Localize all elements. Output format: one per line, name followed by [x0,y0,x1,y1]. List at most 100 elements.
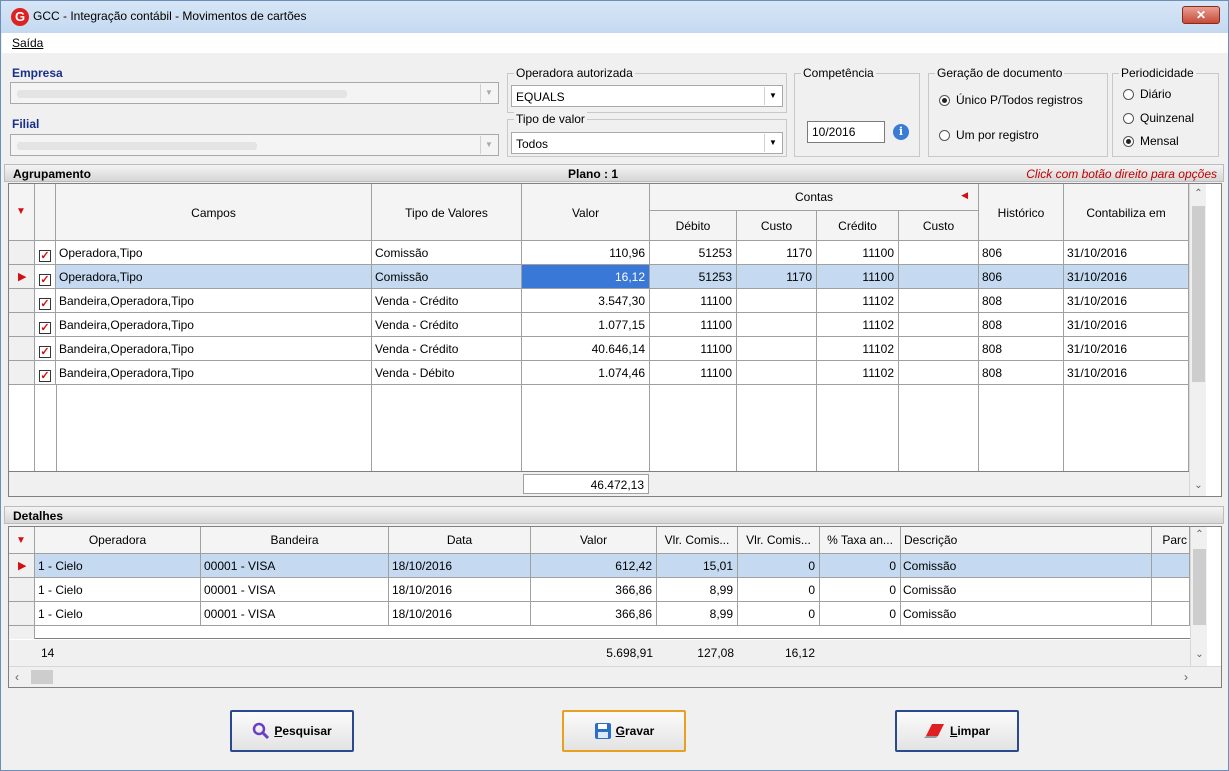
tipo-select[interactable]: Todos ▼ [511,132,783,154]
detalhes-cell-vlr1[interactable]: 8,99 [657,578,738,602]
detalhes-cell-vlr1[interactable]: 15,01 [657,554,738,578]
detalhes-cell-vlr2[interactable]: 0 [738,602,820,626]
detalhes-cell-descricao[interactable]: Comissão [901,578,1152,602]
col-valor[interactable]: Valor [522,184,650,241]
empresa-select[interactable]: ▼ [10,82,499,104]
geracao-radio-unico[interactable]: Único P/Todos registros [939,93,1083,107]
scroll-thumb[interactable] [1193,549,1206,625]
menu-saida[interactable]: Saída [12,36,43,50]
agrupamento-cell-historico[interactable]: 806 [979,241,1064,265]
detalhes-cell-valor[interactable]: 612,42 [531,554,657,578]
detalhes-cell-parc[interactable] [1152,578,1190,602]
detalhes-cell-taxa[interactable]: 0 [820,578,901,602]
agrupamento-cell-campos[interactable]: Bandeira,Operadora,Tipo [56,313,372,337]
agrupamento-cell-custo1[interactable] [737,289,817,313]
scroll-thumb[interactable] [1192,206,1205,382]
agrupamento-cell-debito[interactable]: 11100 [650,313,737,337]
agrupamento-cell-contabiliza[interactable]: 31/10/2016 [1064,361,1189,385]
agrupamento-cell-contabiliza[interactable]: 31/10/2016 [1064,313,1189,337]
agrupamento-cell-custo1[interactable]: 1170 [737,241,817,265]
col-det-valor[interactable]: Valor [531,527,657,554]
agrupamento-cell-debito[interactable]: 51253 [650,265,737,289]
agrupamento-cell-campos[interactable]: Bandeira,Operadora,Tipo [56,337,372,361]
detalhes-grid[interactable]: ▼ Operadora Bandeira Data Valor Vlr. Com… [8,526,1222,688]
detalhes-cell-operadora[interactable]: 1 - Cielo [35,578,201,602]
row-checkbox[interactable]: ✓ [35,289,56,313]
agrupamento-cell-historico[interactable]: 808 [979,289,1064,313]
scroll-up-icon[interactable]: ⌃ [1190,188,1207,205]
agrupamento-cell-debito[interactable]: 51253 [650,241,737,265]
agrupamento-cell-tipo[interactable]: Comissão [372,241,522,265]
agrupamento-cell-custo1[interactable] [737,337,817,361]
agrupamento-cell-credito[interactable]: 11100 [817,265,899,289]
agrupamento-cell-contabiliza[interactable]: 31/10/2016 [1064,289,1189,313]
competencia-input[interactable]: 10/2016 [807,121,885,143]
row-indicator[interactable] [9,337,35,361]
col-data[interactable]: Data [389,527,531,554]
agrupamento-cell-custo2[interactable] [899,289,979,313]
detalhes-cell-parc[interactable] [1152,602,1190,626]
agrupamento-cell-historico[interactable]: 806 [979,265,1064,289]
agrupamento-cell-valor[interactable]: 40.646,14 [522,337,650,361]
col-vlr-comis-1[interactable]: Vlr. Comis... [657,527,738,554]
detalhes-cell-bandeira[interactable]: 00001 - VISA [201,554,389,578]
scroll-down-icon[interactable]: ⌄ [1190,480,1207,496]
col-contabiliza[interactable]: Contabiliza em [1064,184,1189,241]
col-historico[interactable]: Histórico [979,184,1064,241]
agrupamento-cell-campos[interactable]: Bandeira,Operadora,Tipo [56,289,372,313]
operadora-select[interactable]: EQUALS ▼ [511,85,783,107]
col-custo-2[interactable]: Custo [899,211,979,241]
agrupamento-cell-custo1[interactable] [737,361,817,385]
filial-select[interactable]: ▼ [10,134,499,156]
detalhes-cell-data[interactable]: 18/10/2016 [389,602,531,626]
scroll-up-icon[interactable]: ⌃ [1191,529,1208,546]
agrupamento-cell-tipo[interactable]: Venda - Crédito [372,337,522,361]
detalhes-cell-vlr2[interactable]: 0 [738,578,820,602]
detalhes-cell-operadora[interactable]: 1 - Cielo [35,554,201,578]
detalhes-cell-operadora[interactable]: 1 - Cielo [35,602,201,626]
col-bandeira[interactable]: Bandeira [201,527,389,554]
agrupamento-cell-tipo[interactable]: Venda - Crédito [372,289,522,313]
collapse-left-icon[interactable]: ◀ [961,190,968,201]
scroll-right-icon[interactable]: › [1184,670,1188,684]
periodicidade-radio-quinzenal[interactable]: Quinzenal [1123,111,1194,125]
agrupamento-cell-credito[interactable]: 11102 [817,361,899,385]
detalhes-cell-descricao[interactable]: Comissão [901,554,1152,578]
detalhes-cell-vlr2[interactable]: 0 [738,554,820,578]
agrupamento-cell-custo1[interactable]: 1170 [737,265,817,289]
agrupamento-grid[interactable]: ▼ Campos Tipo de Valores Valor Contas ◀ … [8,183,1222,497]
detalhes-cell-valor[interactable]: 366,86 [531,578,657,602]
detalhes-vscroll[interactable]: ⌃ ⌄ [1190,527,1207,666]
agrupamento-cell-campos[interactable]: Operadora,Tipo [56,265,372,289]
detalhes-cell-data[interactable]: 18/10/2016 [389,578,531,602]
detalhes-cell-valor[interactable]: 366,86 [531,602,657,626]
gravar-button[interactable]: Gravar [562,710,686,752]
agrupamento-cell-contabiliza[interactable]: 31/10/2016 [1064,241,1189,265]
detalhes-cell-parc[interactable] [1152,554,1190,578]
row-checkbox[interactable]: ✓ [35,313,56,337]
col-debito[interactable]: Débito [650,211,737,241]
row-indicator[interactable]: ▶ [9,265,35,289]
agrupamento-cell-custo1[interactable] [737,313,817,337]
agrupamento-cell-valor[interactable]: 1.074,46 [522,361,650,385]
row-indicator[interactable]: ▶ [9,554,35,578]
row-indicator[interactable] [9,602,35,626]
agrupamento-cell-tipo[interactable]: Venda - Crédito [372,313,522,337]
agrupamento-cell-custo2[interactable] [899,313,979,337]
detalhes-cell-bandeira[interactable]: 00001 - VISA [201,578,389,602]
agrupamento-cell-contabiliza[interactable]: 31/10/2016 [1064,265,1189,289]
row-indicator[interactable] [9,241,35,265]
detalhes-cell-data[interactable]: 18/10/2016 [389,554,531,578]
scroll-left-icon[interactable]: ‹ [15,670,19,684]
periodicidade-radio-mensal[interactable]: Mensal [1123,134,1179,148]
info-icon[interactable]: i [893,124,909,140]
agrupamento-cell-debito[interactable]: 11100 [650,361,737,385]
agrupamento-cell-tipo[interactable]: Venda - Débito [372,361,522,385]
grid-menu-button[interactable]: ▼ [9,184,35,241]
grid-menu-button[interactable]: ▼ [9,527,35,554]
col-tipo[interactable]: Tipo de Valores [372,184,522,241]
scroll-thumb[interactable] [31,670,53,684]
agrupamento-cell-campos[interactable]: Bandeira,Operadora,Tipo [56,361,372,385]
agrupamento-cell-custo2[interactable] [899,361,979,385]
agrupamento-cell-campos[interactable]: Operadora,Tipo [56,241,372,265]
